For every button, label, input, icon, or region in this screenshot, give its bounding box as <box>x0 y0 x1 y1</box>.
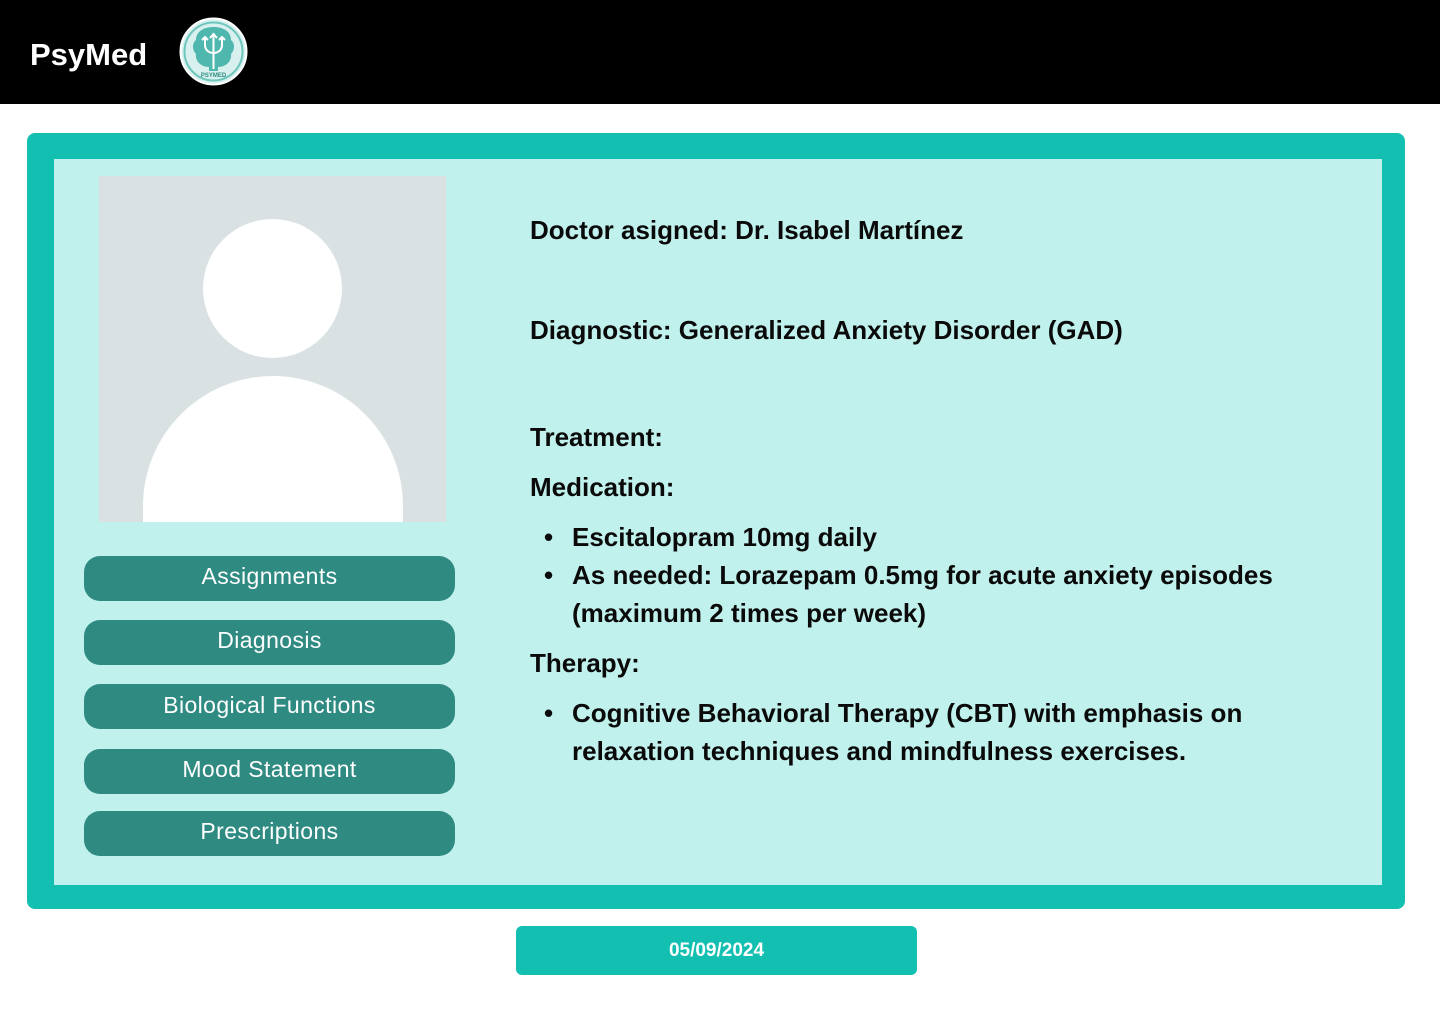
mood-statement-button[interactable]: Mood Statement <box>84 749 455 794</box>
psymed-logo-icon[interactable]: PSYMED <box>179 17 248 86</box>
diagnosis-button[interactable]: Diagnosis <box>84 620 455 665</box>
treatment-heading: Treatment: <box>530 422 663 452</box>
prescriptions-button[interactable]: Prescriptions <box>84 811 455 856</box>
brand-name[interactable]: PsyMed <box>30 36 147 74</box>
patient-avatar <box>99 176 446 522</box>
biological-functions-button[interactable]: Biological Functions <box>84 684 455 729</box>
medication-list: Escitalopram 10mg daily As needed: Loraz… <box>530 518 1320 632</box>
avatar-body-shape <box>143 376 403 522</box>
therapy-item: Cognitive Behavioral Therapy (CBT) with … <box>530 694 1290 770</box>
logo-caption: PSYMED <box>201 73 227 79</box>
date-badge: 05/09/2024 <box>516 926 917 975</box>
medication-item: As needed: Lorazepam 0.5mg for acute anx… <box>530 556 1320 632</box>
doctor-assigned: Doctor asigned: Dr. Isabel Martínez <box>530 215 964 245</box>
therapy-list: Cognitive Behavioral Therapy (CBT) with … <box>530 694 1290 770</box>
medication-heading: Medication: <box>530 472 675 502</box>
top-navigation-bar: PsyMed PSYMED <box>0 0 1440 104</box>
medication-item: Escitalopram 10mg daily <box>530 518 1320 556</box>
therapy-heading: Therapy: <box>530 648 640 678</box>
avatar-head-shape <box>203 219 342 358</box>
diagnostic: Diagnostic: Generalized Anxiety Disorder… <box>530 315 1123 345</box>
assignments-button[interactable]: Assignments <box>84 556 455 601</box>
